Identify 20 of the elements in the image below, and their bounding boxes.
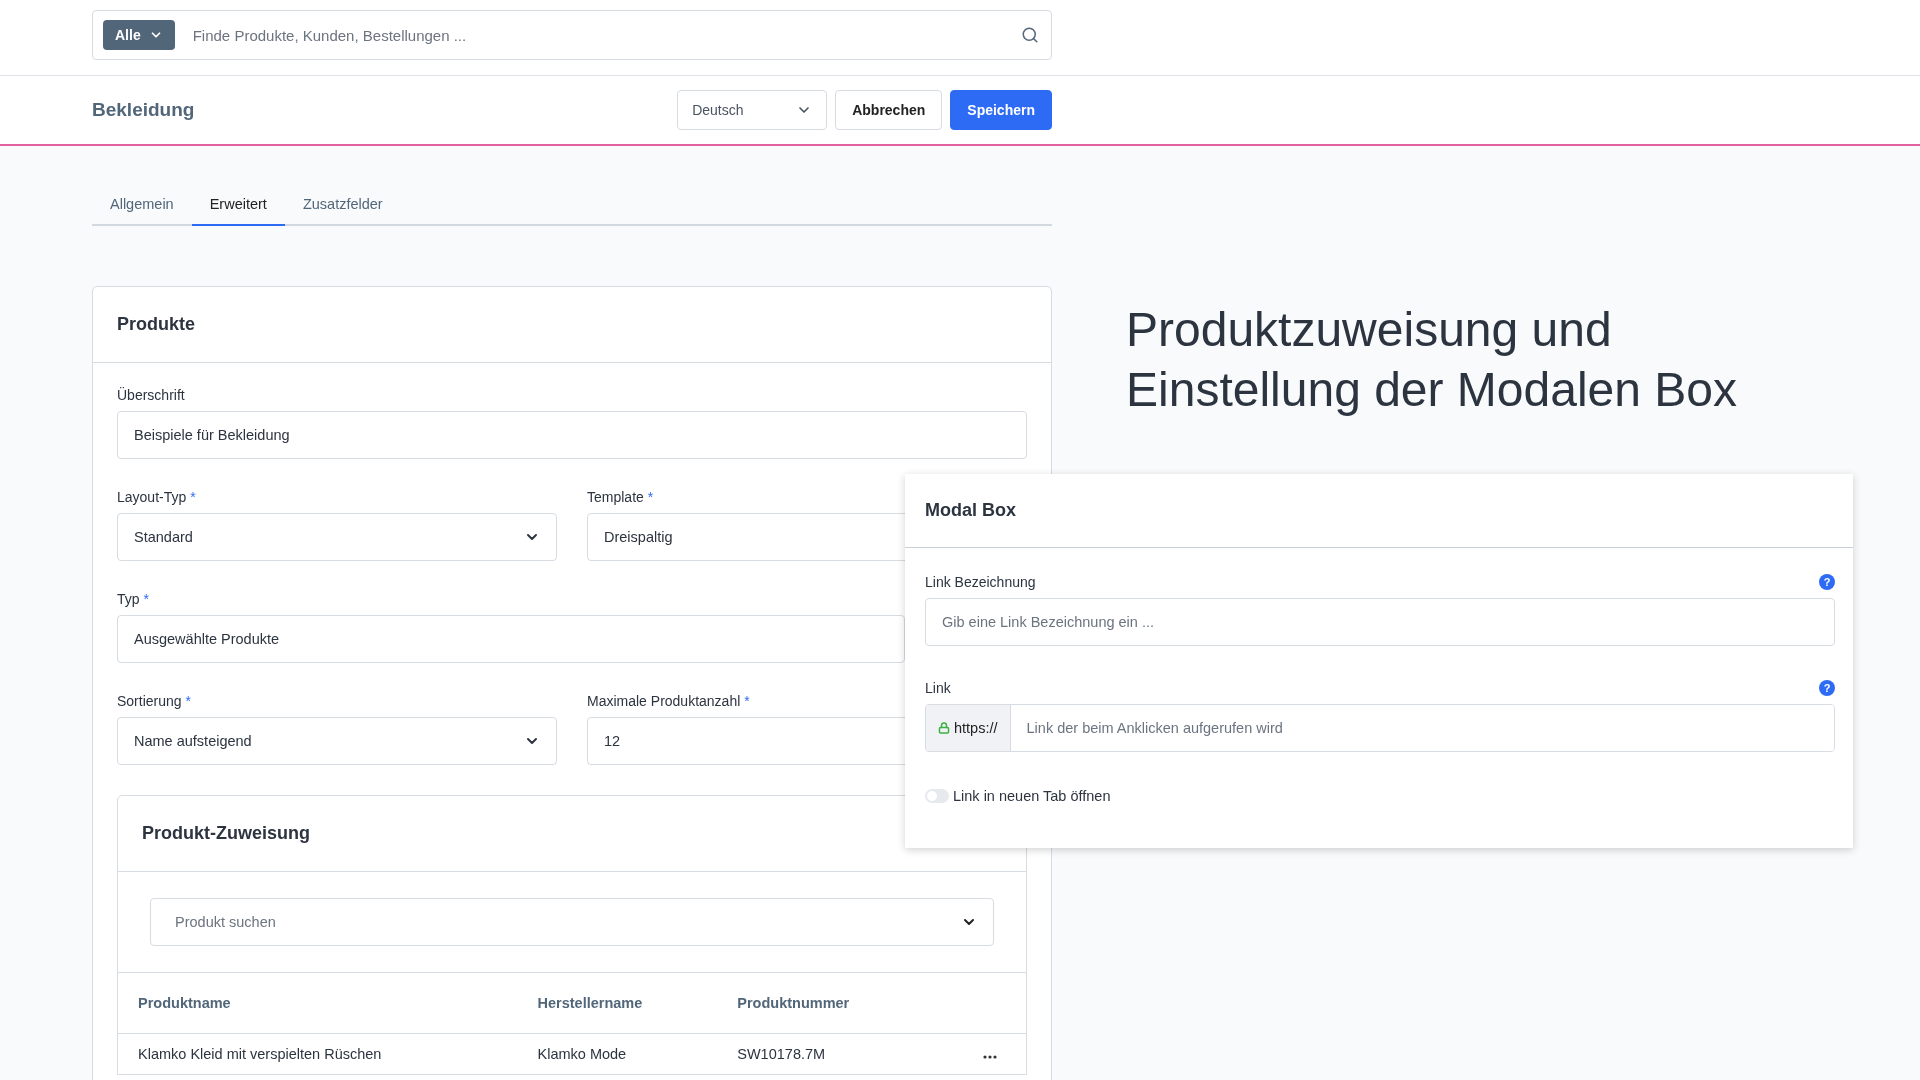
table-cell: Klamko Mode	[517, 1033, 718, 1074]
card-title: Produkt-Zuweisung	[142, 823, 310, 844]
page-title: Bekleidung	[92, 99, 195, 121]
field-label: Typ *	[117, 591, 150, 607]
field-label: Link	[925, 680, 951, 696]
field-label: Link Bezeichnung	[925, 574, 1036, 590]
field-label: Maximale Produktanzahl *	[587, 693, 750, 709]
field-label: Sortierung *	[117, 693, 192, 709]
table-cell: SW10178.7M	[717, 1033, 963, 1074]
card-title: Produkte	[117, 314, 195, 335]
field-label: Layout-Typ *	[117, 489, 196, 505]
column-header: Herstellername	[517, 973, 718, 1034]
url-prefix: https://	[926, 705, 1011, 751]
field-label: Template *	[587, 489, 654, 505]
table-cell: Klamko Kleid mit verspielten Rüschen	[118, 1033, 518, 1074]
column-header: Produktnummer	[717, 973, 963, 1034]
headline: Produktzuweisung und Einstellung der Modalen Box	[1126, 302, 1739, 418]
toggle-label: Link in neuen Tab öffnen	[953, 788, 1111, 804]
field-label: Überschrift	[117, 387, 185, 403]
column-header: Produktname	[118, 973, 518, 1034]
